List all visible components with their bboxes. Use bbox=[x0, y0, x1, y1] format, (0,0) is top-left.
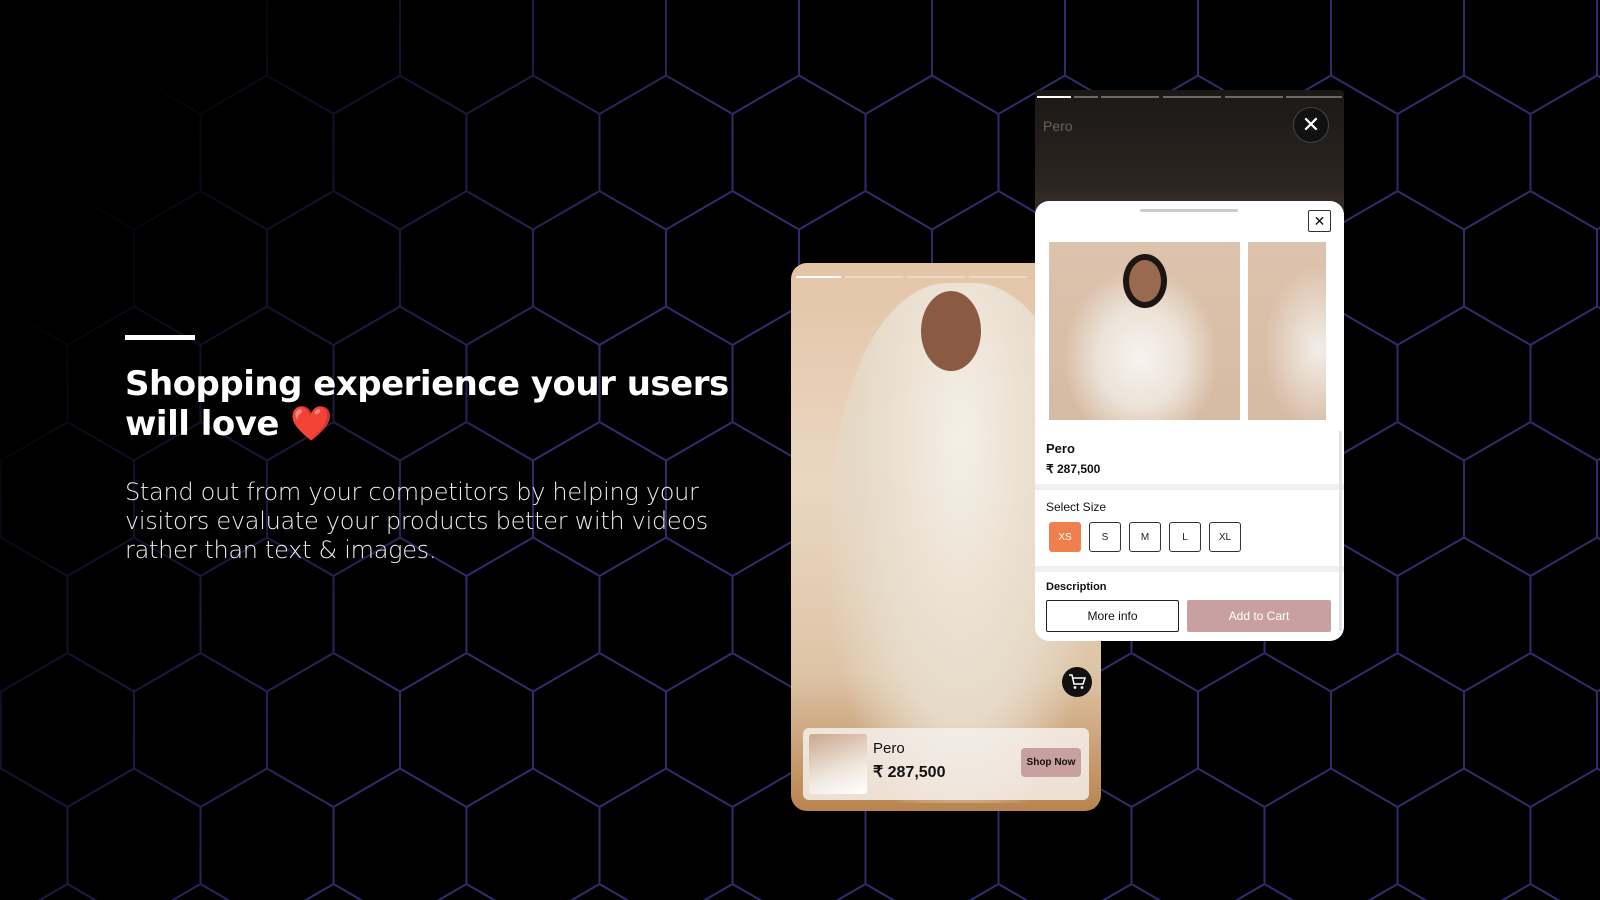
story-progress bbox=[907, 276, 965, 278]
accent-bar bbox=[125, 335, 195, 340]
product-name: Pero bbox=[873, 740, 905, 757]
product-price: ₹ 287,500 bbox=[873, 764, 946, 781]
story-progress bbox=[1101, 96, 1159, 98]
story-progress-active bbox=[796, 276, 841, 278]
size-option-m[interactable]: M bbox=[1129, 522, 1161, 552]
product-image[interactable] bbox=[1049, 242, 1240, 420]
heart-icon: ❤️ bbox=[290, 404, 333, 444]
story-progress bbox=[1163, 96, 1221, 98]
story-title: Pero bbox=[1043, 118, 1073, 134]
story-progress bbox=[1286, 96, 1342, 98]
product-name: Pero bbox=[1046, 441, 1075, 456]
size-option-xl[interactable]: XL bbox=[1209, 522, 1241, 552]
story-progress bbox=[1074, 96, 1098, 98]
close-story-button[interactable]: ✕ bbox=[1293, 107, 1329, 143]
product-thumbnail bbox=[809, 734, 867, 794]
size-options: XS S M L XL bbox=[1049, 522, 1241, 552]
story-progress bbox=[1225, 96, 1283, 98]
close-sheet-button[interactable]: ✕ bbox=[1308, 210, 1331, 232]
story-progress bbox=[969, 276, 1027, 278]
more-info-button[interactable]: More info bbox=[1046, 600, 1179, 632]
product-price: ₹ 287,500 bbox=[1046, 462, 1101, 476]
description-label: Description bbox=[1046, 581, 1107, 593]
select-size-label: Select Size bbox=[1046, 500, 1107, 514]
size-option-l[interactable]: L bbox=[1169, 522, 1201, 552]
story-progress-active bbox=[1037, 96, 1071, 98]
add-to-cart-button[interactable]: Add to Cart bbox=[1187, 600, 1331, 632]
size-option-s[interactable]: S bbox=[1089, 522, 1121, 552]
hero-heading: Shopping experience your users will love… bbox=[125, 364, 729, 444]
product-detail-sheet: ✕ Pero ₹ 287,500 Select Size XS S M L XL… bbox=[1035, 201, 1344, 641]
close-icon: ✕ bbox=[1313, 212, 1326, 229]
product-tag-card[interactable]: Pero ₹ 287,500 Shop Now bbox=[803, 728, 1089, 800]
shop-now-button[interactable]: Shop Now bbox=[1021, 748, 1081, 777]
story-progress bbox=[845, 276, 903, 278]
scrollbar[interactable] bbox=[1339, 431, 1342, 631]
model-figure bbox=[921, 291, 981, 371]
shopping-cart-icon bbox=[1069, 674, 1086, 689]
hero-description: Stand out from your competitors by helpi… bbox=[125, 478, 708, 564]
cart-button[interactable] bbox=[1062, 667, 1092, 697]
close-icon: ✕ bbox=[1301, 112, 1321, 137]
drag-handle[interactable] bbox=[1140, 209, 1238, 212]
product-image[interactable] bbox=[1248, 242, 1326, 420]
size-option-xs[interactable]: XS bbox=[1049, 522, 1081, 552]
divider bbox=[1035, 566, 1344, 572]
divider bbox=[1035, 484, 1344, 490]
